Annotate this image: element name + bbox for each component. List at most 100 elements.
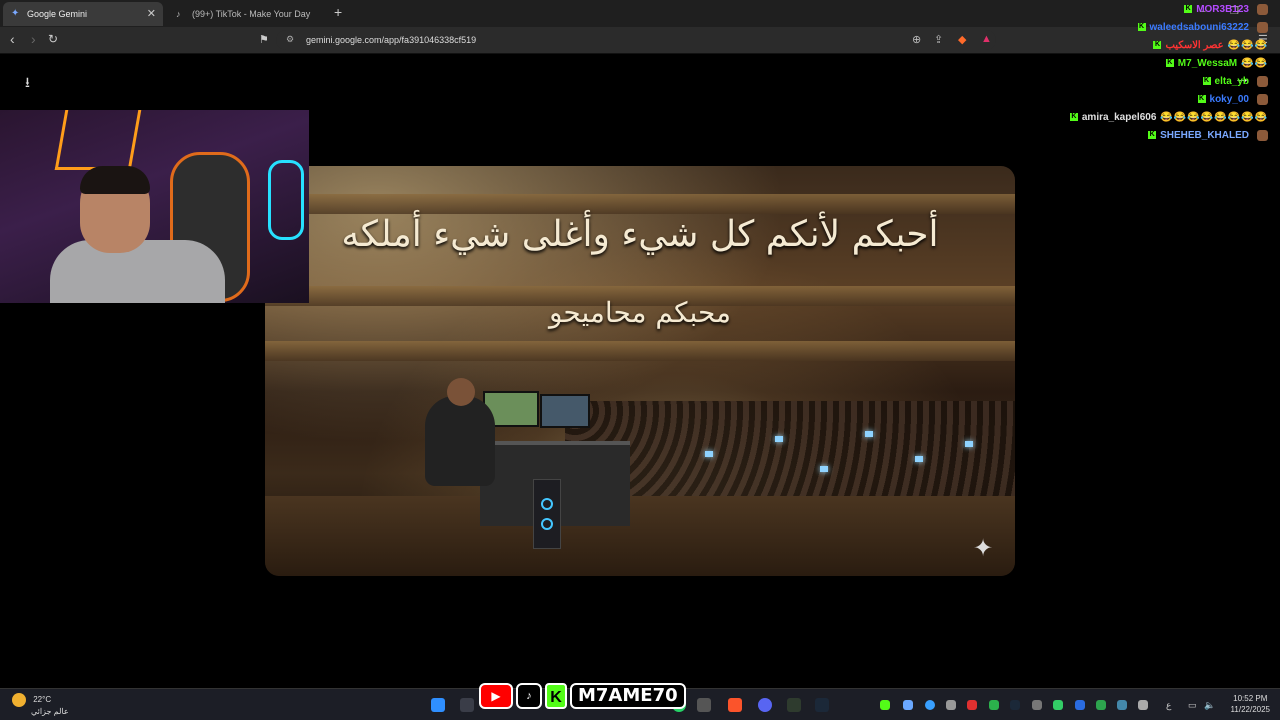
theater-balcony xyxy=(265,194,1015,214)
gemini-icon: ✦ xyxy=(11,8,20,19)
new-tab-button[interactable]: + xyxy=(334,4,342,20)
chat-emotes: 😂😂 xyxy=(1241,57,1268,69)
kick-badge-icon: K xyxy=(1197,95,1206,103)
chat-emotes: 😂😂😂😂😂😂😂😂 xyxy=(1160,111,1268,123)
url-text: gemini.google.com/app/fa391046338cf519 xyxy=(306,35,477,45)
stream-chat-overlay: K MOR3B123 Kwaleedsabouni63222 K عصر الاسكيب… xyxy=(938,0,1268,144)
phone-light xyxy=(965,441,973,447)
audience-crowd xyxy=(565,401,1015,511)
kick-badge-icon: K xyxy=(1148,131,1157,139)
tray-icon[interactable] xyxy=(1032,700,1042,710)
theater-balcony xyxy=(265,341,1015,361)
bookmark-icon[interactable]: ⚑ xyxy=(259,33,269,46)
gamer-figure xyxy=(425,378,495,486)
avatar-icon xyxy=(1257,129,1268,141)
brave-browser-icon[interactable] xyxy=(728,698,742,712)
date: 11/22/2025 xyxy=(1230,705,1270,714)
monitor xyxy=(540,394,590,428)
microphone-icon[interactable] xyxy=(1138,700,1148,710)
phone-light xyxy=(865,431,873,437)
back-icon[interactable]: ‹ xyxy=(10,31,15,47)
tray-icon[interactable] xyxy=(1117,700,1127,710)
chat-username: MOR3B123 xyxy=(1196,3,1249,15)
youtube-icon: ▶ xyxy=(479,683,513,709)
phone-light xyxy=(775,436,783,442)
tab-tiktok[interactable]: ♪ (99+) TikTok - Make Your Day xyxy=(168,2,328,26)
weather-widget[interactable]: 22°C عالم جزائي xyxy=(12,693,69,717)
phone-light xyxy=(705,451,713,457)
kick-badge-icon: K xyxy=(1202,77,1211,85)
chat-username: عصر الاسكيب xyxy=(1165,39,1224,51)
chat-message: K SHEHEB_KHALED xyxy=(938,126,1268,144)
stage-floor xyxy=(265,496,1015,576)
weather-label: عالم جزائي xyxy=(31,707,69,716)
chat-username: M7_WessaM xyxy=(1177,57,1238,69)
chat-message: K عصر الاسكيب 😂😂😂 xyxy=(938,36,1268,54)
time: 10:52 PM xyxy=(1233,694,1268,703)
streamer-body xyxy=(50,240,225,303)
tab-title: Google Gemini xyxy=(27,9,88,19)
site-info-icon[interactable]: ⚙ xyxy=(286,34,294,45)
close-tab-icon[interactable]: ✕ xyxy=(147,7,156,20)
volume-icon[interactable]: 🔈 xyxy=(1204,700,1215,711)
discord-icon[interactable] xyxy=(758,698,772,712)
chat-username: koky_00 xyxy=(1209,93,1249,105)
phone-light xyxy=(915,456,923,462)
windows-start-icon[interactable] xyxy=(431,698,445,712)
zoom-icon[interactable]: ⊕ xyxy=(912,33,921,46)
chat-username: elta_yb xyxy=(1214,75,1249,87)
terminal-icon[interactable] xyxy=(787,698,801,712)
neon-light xyxy=(268,160,304,240)
tray-icon[interactable] xyxy=(989,700,999,710)
avatar-icon xyxy=(1257,21,1268,33)
tray-icon[interactable] xyxy=(1053,700,1063,710)
chat-emotes: 😂😂😂 xyxy=(1227,39,1268,51)
chat-username: SHEHEB_KHALED xyxy=(1160,129,1249,141)
avatar-icon xyxy=(1257,3,1268,15)
network-icon[interactable]: ▭ xyxy=(1188,700,1197,711)
file-explorer-icon[interactable] xyxy=(697,698,711,712)
streamer-name: M7AME70 xyxy=(570,683,686,709)
kick-icon: K xyxy=(545,683,567,709)
tray-icon[interactable] xyxy=(903,700,913,710)
calligraphy-line-2: محبكم محاميحو xyxy=(548,296,732,329)
download-icon[interactable]: ⭳ xyxy=(25,72,30,96)
image-viewer: ⭳ → أحبكم لأنكم كل شيء وأغلى شيء أملكه م… xyxy=(0,54,1280,688)
address-bar[interactable]: ⚙ gemini.google.com/app/fa391046338cf519 xyxy=(276,30,996,50)
reload-icon[interactable]: ↻ xyxy=(48,32,58,46)
chat-username: waleedsabouni63222 xyxy=(1149,21,1250,33)
chat-message: K M7_WessaM 😂😂 xyxy=(938,54,1268,72)
chat-message: Kelta_yb xyxy=(938,72,1268,90)
clock[interactable]: 10:52 PM 11/22/2025 xyxy=(1231,693,1270,715)
weather-icon xyxy=(12,693,26,707)
webcam-overlay xyxy=(0,110,309,303)
tiktok-icon: ♪ xyxy=(176,9,181,19)
chat-username: amira_kapel606 xyxy=(1081,111,1157,123)
avatar-icon xyxy=(1257,75,1268,87)
headset-tray-icon[interactable] xyxy=(946,700,956,710)
generated-image: أحبكم لأنكم كل شيء وأغلى شيء أملكه محبكم… xyxy=(265,166,1015,576)
kick-tray-icon[interactable] xyxy=(880,700,890,710)
calligraphy-line-1: أحبكم لأنكم كل شيء وأغلى شيء أملكه xyxy=(341,214,939,255)
forward-icon[interactable]: › xyxy=(31,31,36,47)
avatar-icon xyxy=(1257,93,1268,105)
phone-light xyxy=(820,466,828,472)
search-icon[interactable] xyxy=(460,698,474,712)
chat-message: Kwaleedsabouni63222 xyxy=(938,18,1268,36)
steam-tray-icon[interactable] xyxy=(1010,700,1020,710)
chat-message: K MOR3B123 xyxy=(938,0,1268,18)
tray-icon[interactable] xyxy=(1096,700,1106,710)
kick-badge-icon: K xyxy=(1137,23,1146,31)
pc-tower xyxy=(533,479,561,549)
tab-title: (99+) TikTok - Make Your Day xyxy=(192,9,311,19)
kick-badge-icon: K xyxy=(1165,59,1174,67)
tray-icon[interactable] xyxy=(925,700,935,710)
chat-message: Kkoky_00 xyxy=(938,90,1268,108)
tab-google-gemini[interactable]: ✦ Google Gemini ✕ xyxy=(3,2,163,26)
stream-branding: ▶ ♪ K M7AME70 xyxy=(479,681,686,711)
tray-icon[interactable] xyxy=(1075,700,1085,710)
steam-icon[interactable] xyxy=(815,698,829,712)
tray-icon[interactable] xyxy=(967,700,977,710)
neon-light xyxy=(54,110,142,170)
language-indicator[interactable]: ع xyxy=(1166,700,1171,711)
